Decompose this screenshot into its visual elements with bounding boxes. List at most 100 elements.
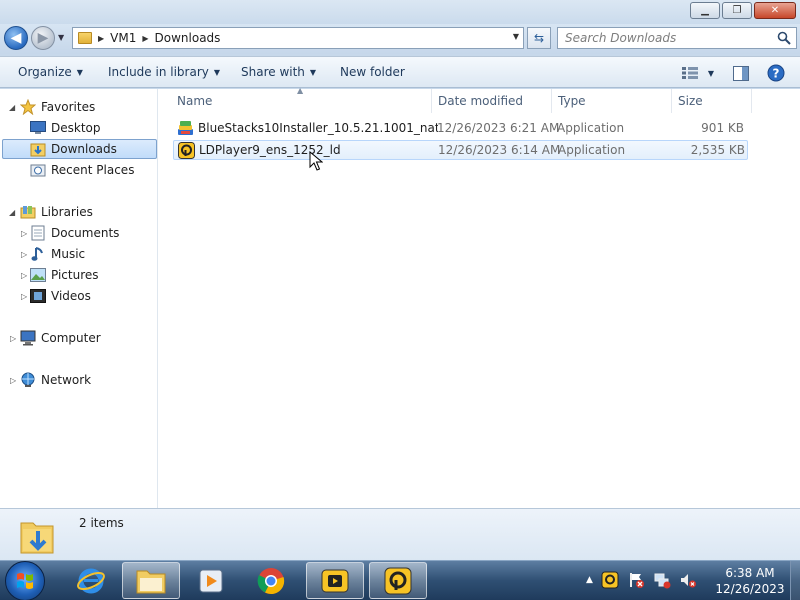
nav-desktop-label: Desktop <box>51 121 101 135</box>
file-date: 12/26/2023 6:21 AM <box>437 121 560 135</box>
expand-network-icon[interactable]: ▷ <box>10 376 16 385</box>
nav-favorites[interactable]: Favorites <box>20 97 95 117</box>
search-icon[interactable] <box>777 31 791 45</box>
expand-videos-icon[interactable]: ▷ <box>21 292 27 301</box>
preview-pane-button[interactable] <box>730 62 752 84</box>
taskbar-internet-explorer[interactable] <box>62 562 120 599</box>
breadcrumb-vm1[interactable]: VM1 <box>110 31 136 45</box>
taskbar-media-player[interactable] <box>182 562 240 599</box>
nav-downloads[interactable]: Downloads <box>2 139 157 159</box>
minimize-button[interactable]: ▁ <box>690 2 720 19</box>
expand-music-icon[interactable]: ▷ <box>21 250 27 259</box>
forward-button[interactable]: ▶ <box>31 26 55 50</box>
column-header-size[interactable]: Size <box>672 89 752 113</box>
address-bar[interactable]: ▶ VM1 ▶ Downloads ▼ <box>72 27 524 49</box>
nav-libraries[interactable]: Libraries <box>20 202 93 222</box>
file-row[interactable]: LDPlayer9_ens_1252_ld 12/26/2023 6:14 AM… <box>173 140 748 160</box>
close-icon: ✕ <box>770 5 780 16</box>
chevron-down-icon: ▼ <box>309 67 317 77</box>
file-type: Application <box>557 121 625 135</box>
libraries-icon <box>20 204 36 220</box>
taskbar-windows-explorer[interactable] <box>122 562 180 599</box>
recent-places-icon <box>30 162 46 178</box>
details-pane: 2 items <box>0 508 800 560</box>
nav-network[interactable]: Network <box>20 370 91 390</box>
music-icon <box>30 246 46 262</box>
show-desktop-button[interactable] <box>790 561 800 600</box>
maximize-icon: ❐ <box>732 5 742 16</box>
downloads-folder-icon <box>30 141 46 157</box>
column-size-label: Size <box>678 94 703 108</box>
bluestacks-icon <box>178 121 193 135</box>
nav-pictures-label: Pictures <box>51 268 99 282</box>
nav-desktop[interactable]: Desktop <box>30 118 101 138</box>
star-icon <box>20 99 36 115</box>
media-player-icon <box>199 569 223 592</box>
nav-videos[interactable]: Videos <box>30 286 91 306</box>
start-button[interactable] <box>5 561 45 600</box>
back-arrow-icon: ◀ <box>10 30 22 46</box>
recent-pages-dropdown[interactable]: ▼ <box>58 33 68 43</box>
preview-pane-icon <box>733 65 749 81</box>
nav-music[interactable]: Music <box>30 244 85 264</box>
file-type: Application <box>558 143 626 157</box>
nav-documents-label: Documents <box>51 226 120 240</box>
column-header-name[interactable]: Name <box>171 89 432 113</box>
breadcrumb-downloads[interactable]: Downloads <box>155 31 221 45</box>
file-row[interactable]: BlueStacks10Installer_10.5.21.1001_nativ… <box>173 119 748 139</box>
nav-recent-places[interactable]: Recent Places <box>30 160 134 180</box>
help-button[interactable]: ? <box>766 62 786 84</box>
close-button[interactable]: ✕ <box>754 2 796 19</box>
folder-icon <box>136 570 166 593</box>
chevron-down-icon: ▼ <box>213 67 221 77</box>
window-controls: ▁ ❐ ✕ <box>690 2 796 19</box>
taskbar-clock[interactable]: 6:38 AM 12/26/2023 <box>710 565 790 597</box>
forward-arrow-icon: ▶ <box>37 30 49 46</box>
maximize-button[interactable]: ❐ <box>722 2 752 19</box>
ldplayer-tray-icon[interactable] <box>601 571 619 589</box>
search-input[interactable] <box>558 28 763 48</box>
new-folder-button[interactable]: New folder <box>340 65 405 79</box>
svg-text:?: ? <box>773 67 780 81</box>
downloads-folder-icon <box>20 522 54 554</box>
share-with-button[interactable]: Share with ▼ <box>241 65 316 79</box>
refresh-button[interactable]: ⇆ <box>527 27 551 49</box>
nav-pictures[interactable]: Pictures <box>30 265 99 285</box>
column-header-type[interactable]: Type <box>552 89 672 113</box>
collapse-libraries-icon[interactable]: ◢ <box>9 208 15 217</box>
taskbar-ldplayer[interactable] <box>369 562 427 599</box>
ldplayer-icon <box>178 142 195 159</box>
chevron-right-icon[interactable]: ▶ <box>98 34 104 43</box>
change-view-button[interactable]: ▼ <box>676 62 720 84</box>
system-tray: ▲ <box>586 571 697 589</box>
share-with-label: Share with <box>241 65 305 79</box>
column-header-date-modified[interactable]: Date modified <box>432 89 552 113</box>
taskbar-bluestacks-multi[interactable] <box>306 562 364 599</box>
action-center-flag-icon[interactable] <box>627 571 645 589</box>
include-in-library-button[interactable]: Include in library ▼ <box>108 65 220 79</box>
clock-date: 12/26/2023 <box>715 582 785 596</box>
network-status-icon[interactable] <box>653 571 671 589</box>
back-button[interactable]: ◀ <box>4 26 28 50</box>
collapse-favorites-icon[interactable]: ◢ <box>9 103 15 112</box>
chevron-right-icon[interactable]: ▶ <box>142 34 148 43</box>
column-name-label: Name <box>177 94 213 108</box>
computer-icon <box>20 330 36 346</box>
search-box[interactable] <box>557 27 797 49</box>
nav-documents[interactable]: Documents <box>30 223 119 243</box>
volume-muted-icon[interactable] <box>679 571 697 589</box>
new-folder-label: New folder <box>340 65 405 79</box>
file-size: 2,535 KB <box>690 143 745 157</box>
explorer-content: ◢ Favorites Desktop Downloads Recent Pla… <box>0 86 800 508</box>
help-icon: ? <box>767 64 785 82</box>
address-dropdown-icon[interactable]: ▼ <box>513 32 519 41</box>
expand-computer-icon[interactable]: ▷ <box>10 334 16 343</box>
taskbar-chrome[interactable] <box>242 562 300 599</box>
show-hidden-icons-icon[interactable]: ▲ <box>586 575 593 585</box>
expand-pictures-icon[interactable]: ▷ <box>21 271 27 280</box>
nav-computer[interactable]: Computer <box>20 328 101 348</box>
organize-button[interactable]: Organize ▼ <box>18 65 83 79</box>
chevron-down-icon: ▼ <box>707 68 715 78</box>
app-window-icon <box>321 569 349 592</box>
expand-documents-icon[interactable]: ▷ <box>21 229 27 238</box>
